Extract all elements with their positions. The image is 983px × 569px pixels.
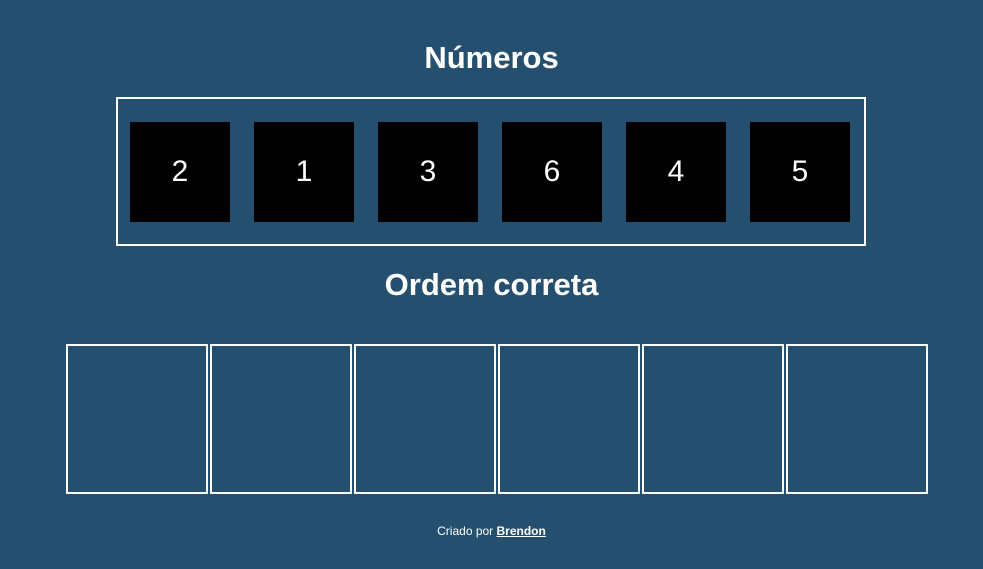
- author-link[interactable]: Brendon: [497, 524, 546, 538]
- drop-slot-2[interactable]: [210, 344, 352, 494]
- drop-slot-6[interactable]: [786, 344, 928, 494]
- number-tile-2[interactable]: 2: [130, 122, 230, 222]
- number-tile-4[interactable]: 4: [626, 122, 726, 222]
- numbers-container: 2 1 3 6 4 5: [116, 97, 866, 246]
- footer: Criado por Brendon: [0, 523, 983, 539]
- drop-slot-3[interactable]: [354, 344, 496, 494]
- number-tile-1[interactable]: 1: [254, 122, 354, 222]
- number-tile-3[interactable]: 3: [378, 122, 478, 222]
- footer-prefix: Criado por: [437, 524, 494, 538]
- drop-slot-5[interactable]: [642, 344, 784, 494]
- drop-slot-1[interactable]: [66, 344, 208, 494]
- order-slots: [66, 344, 928, 494]
- number-tiles: 2 1 3 6 4 5: [130, 122, 850, 222]
- drop-slot-4[interactable]: [498, 344, 640, 494]
- number-tile-6[interactable]: 6: [502, 122, 602, 222]
- numbers-title: Números: [424, 40, 559, 75]
- order-title: Ordem correta: [384, 267, 599, 302]
- number-tile-5[interactable]: 5: [750, 122, 850, 222]
